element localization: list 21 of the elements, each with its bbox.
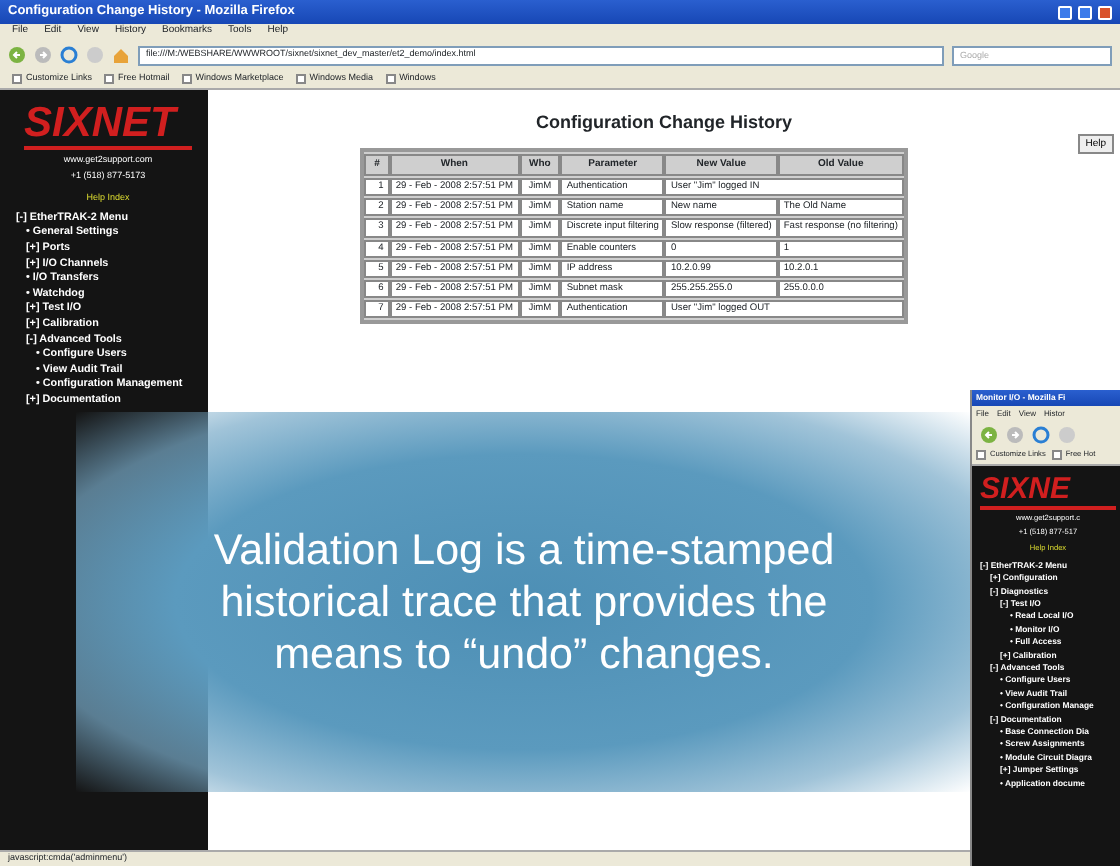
bookmark-icon xyxy=(12,74,22,84)
logo: SIXNE xyxy=(980,474,1116,510)
back-icon[interactable] xyxy=(980,425,998,443)
bookmark-icon xyxy=(295,74,306,84)
minimize-button[interactable] xyxy=(1058,5,1072,19)
reload-icon[interactable] xyxy=(60,46,78,64)
page-heading: Configuration Change History xyxy=(536,110,792,136)
maximize-button[interactable] xyxy=(1078,5,1092,19)
bookmark-icon xyxy=(1051,450,1062,460)
callout-text: Validation Log is a time-stamped historical trace that provides the means to “undo” changes. xyxy=(211,524,837,680)
bookmark-icon xyxy=(104,74,115,84)
home-icon[interactable] xyxy=(112,46,130,64)
close-button[interactable] xyxy=(1098,5,1112,19)
back-icon[interactable] xyxy=(8,46,26,64)
bookmark-icon xyxy=(976,450,986,460)
bookmark-icon xyxy=(181,74,192,84)
logo: SIXNET xyxy=(24,102,192,150)
bookmark-icon xyxy=(385,74,396,84)
reload-icon[interactable] xyxy=(1032,425,1050,443)
forward-icon[interactable] xyxy=(34,46,52,64)
forward-icon[interactable] xyxy=(1006,425,1024,443)
